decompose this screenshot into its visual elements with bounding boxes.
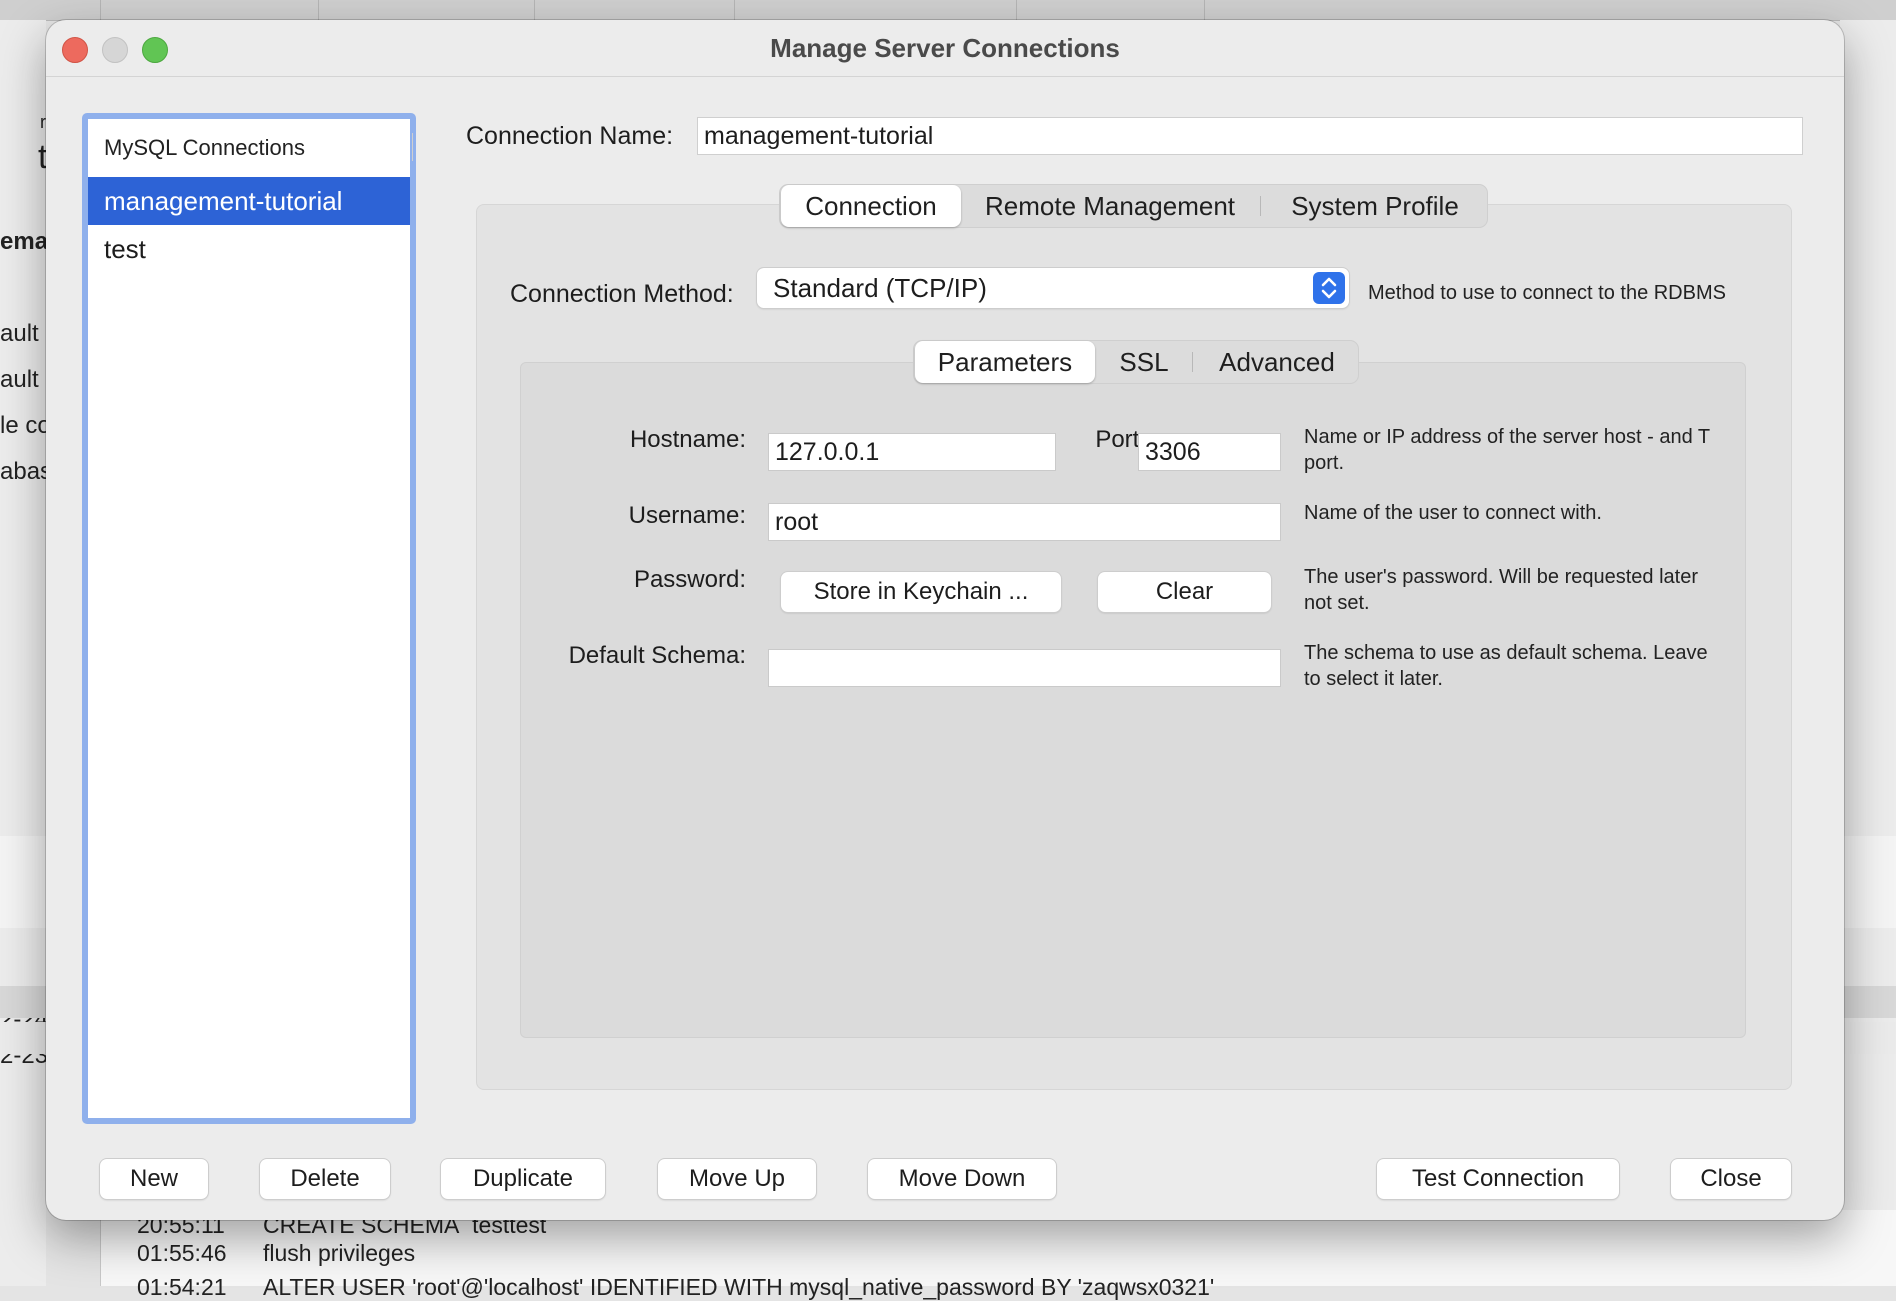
default-schema-input[interactable] [768,649,1281,687]
tab-system-profile[interactable]: System Profile [1264,185,1486,227]
background-tab[interactable] [100,0,319,20]
column-divider [412,133,413,161]
password-help: The user's password. Will be requested l… [1304,564,1744,616]
tab-divider [1260,196,1261,216]
connection-item-test[interactable]: test [88,225,410,273]
default-schema-help: The schema to use as default schema. Lea… [1304,640,1744,692]
move-up-button[interactable]: Move Up [658,1159,816,1199]
tab-connection[interactable]: Connection [781,185,961,227]
tab-parameters[interactable]: Parameters [915,341,1095,383]
select-arrows-icon [1313,272,1345,304]
password-label: Password: [633,566,746,593]
default-schema-help-line: to select it later. [1304,668,1443,690]
port-input[interactable]: 3306 [1138,433,1281,471]
connection-item-management-tutorial[interactable]: management-tutorial [88,177,410,225]
dialog-title: Manage Server Connections [770,33,1120,63]
parameter-tabs: Parameters SSL Advanced [913,340,1359,384]
default-schema-help-line: The schema to use as default schema. Lea… [1304,642,1708,664]
background-text: le co [0,412,51,439]
log-row: 01:54:21 ALTER USER 'root'@'localhost' ID… [137,1274,1214,1301]
port-label: Port: [1095,426,1146,453]
list-header-label: MySQL Connections [104,135,305,160]
tab-ssl[interactable]: SSL [1098,341,1190,383]
background-tab[interactable] [318,0,535,20]
background-tab[interactable] [734,0,1017,20]
background-tab[interactable] [1016,0,1205,20]
password-help-line: not set. [1304,592,1370,614]
clear-password-button[interactable]: Clear [1098,572,1271,612]
tab-remote-management[interactable]: Remote Management [964,185,1256,227]
background-tab[interactable] [0,0,101,20]
log-time: 01:55:46 [137,1240,227,1266]
hostname-help: Name or IP address of the server host - … [1304,424,1744,476]
connection-name-input[interactable]: management-tutorial [697,117,1803,155]
background-right-strip [1840,20,1896,1286]
hostname-input[interactable]: 127.0.0.1 [768,433,1056,471]
username-help: Name of the user to connect with. [1304,502,1602,524]
delete-connection-button[interactable]: Delete [260,1159,390,1199]
list-header[interactable]: MySQL Connections [88,119,413,178]
background-action-log: 20:55:11 CREATE SCHEMA `testtest` 01:55:4… [100,1210,1896,1300]
duplicate-connection-button[interactable]: Duplicate [441,1159,605,1199]
hostname-help-line: Name or IP address of the server host - … [1304,426,1711,448]
background-text: abas [0,458,53,485]
connection-method-help: Method to use to connect to the RDBMS [1368,282,1726,304]
title-bar[interactable]: Manage Server Connections [46,20,1844,77]
manage-server-connections-dialog: Manage Server Connections MySQL Connecti… [46,20,1844,1220]
hostname-help-line: port. [1304,452,1345,474]
connection-name-label: Connection Name: [466,122,674,150]
hostname-label: Hostname: [629,426,746,453]
connection-method-select[interactable]: Standard (TCP/IP) [757,268,1349,308]
username-input[interactable]: root [768,503,1281,541]
background-tab-bar [0,0,1896,21]
store-in-keychain-button[interactable]: Store in Keychain ... [781,572,1061,612]
test-connection-button[interactable]: Test Connection [1377,1159,1619,1199]
connection-tabs: Connection Remote Management System Prof… [779,184,1488,228]
log-action: ALTER USER 'root'@'localhost' IDENTIFIED… [263,1274,1215,1300]
move-down-button[interactable]: Move Down [868,1159,1056,1199]
tab-advanced[interactable]: Advanced [1196,341,1358,383]
background-text: ema [0,228,49,255]
connection-list[interactable]: MySQL Connections management-tutorial te… [82,113,416,1124]
log-time: 01:54:21 [137,1274,227,1300]
log-action: flush privileges [263,1240,416,1266]
default-schema-label: Default Schema: [568,642,746,669]
tab-divider [1192,352,1193,372]
password-help-line: The user's password. Will be requested l… [1304,566,1698,588]
background-tab[interactable] [534,0,735,20]
log-row: 01:55:46 flush privileges [137,1240,415,1267]
username-label: Username: [628,502,746,529]
connection-method-value: Standard (TCP/IP) [773,273,987,303]
connection-method-label: Connection Method: [510,280,734,308]
close-button[interactable]: Close [1671,1159,1791,1199]
new-connection-button[interactable]: New [100,1159,208,1199]
background-sidebar: r t ema ault c ault c le co abas 2-24 2-… [0,20,57,1286]
